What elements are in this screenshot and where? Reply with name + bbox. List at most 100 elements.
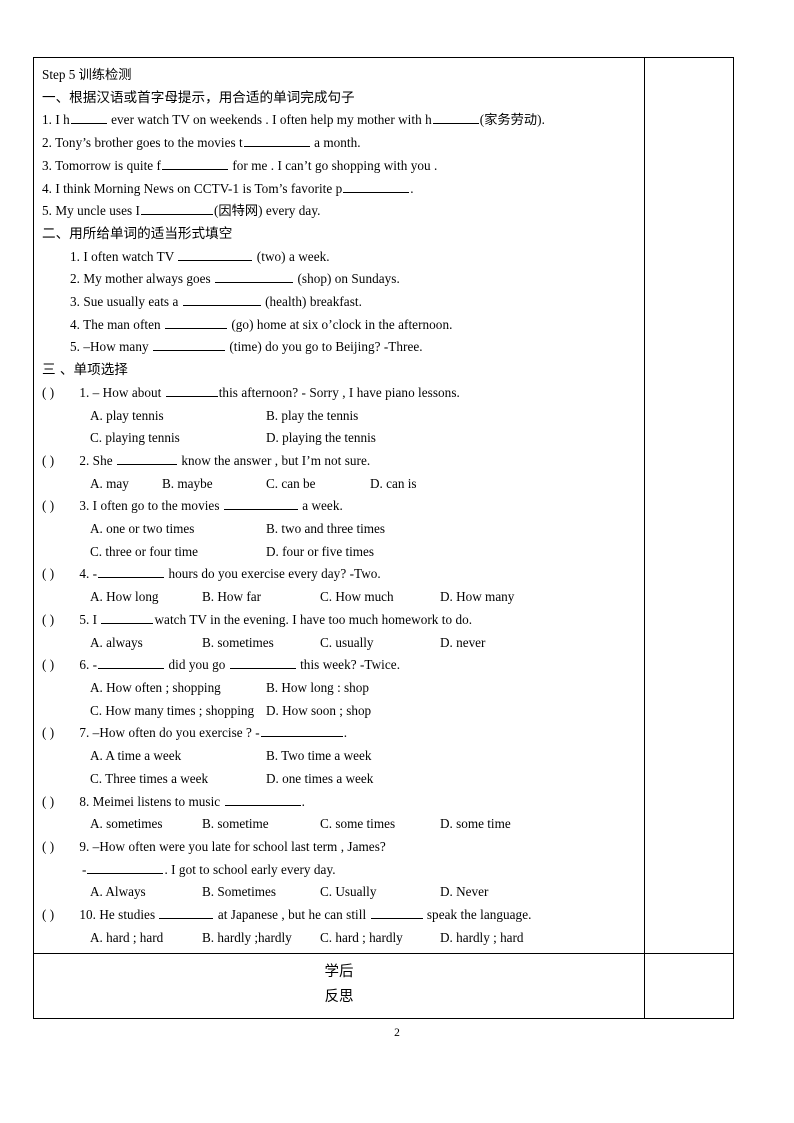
mc-option-row: A. may B. maybe C. can be D. can is — [42, 473, 640, 496]
fill-in-blank[interactable] — [116, 452, 177, 465]
mc-option[interactable]: B. hardly ;hardly — [202, 927, 320, 950]
answer-bracket[interactable]: ( ) — [42, 450, 76, 473]
answer-bracket[interactable]: ( ) — [42, 609, 76, 632]
mc-option[interactable]: D. one times a week — [266, 768, 373, 791]
mc-option[interactable]: A. A time a week — [90, 745, 266, 768]
fill-in-blank[interactable] — [140, 202, 213, 216]
fill-in-blank[interactable] — [165, 384, 218, 397]
mc-option-row: C. playing tennis D. playing the tennis — [42, 427, 640, 450]
mc-option[interactable]: C. playing tennis — [90, 427, 266, 450]
mc-option[interactable]: D. can is — [370, 473, 417, 496]
fill-in-blank[interactable] — [224, 792, 301, 806]
mc-option[interactable]: C. How many times ; shopping — [90, 700, 266, 723]
fill-in-item: 5. My uncle uses I (因特网) every day. — [42, 202, 321, 219]
mc-option[interactable]: C. three or four time — [90, 541, 266, 564]
answer-bracket[interactable]: ( ) — [42, 495, 76, 518]
mc-option[interactable]: D. Never — [440, 881, 488, 904]
mc-option[interactable]: A. How often ; shopping — [90, 677, 266, 700]
mc-question-stem: ( ) 3. I often go to the movies a week. — [42, 495, 640, 518]
mc-question-stem: ( ) 6. - did you go this week? -Twice. — [42, 654, 640, 677]
mc-option[interactable]: B. Two time a week — [266, 745, 371, 768]
fill-in-blank[interactable] — [159, 906, 214, 920]
reflection-row: 学后 反思 — [33, 953, 734, 1020]
mc-option[interactable]: D. playing the tennis — [266, 427, 376, 450]
mc-option[interactable]: B. sometime — [202, 813, 320, 836]
mc-option[interactable]: B. How far — [202, 586, 320, 609]
fill-in-blank[interactable] — [87, 860, 164, 874]
fill-in-blank[interactable] — [229, 656, 296, 670]
fill-in-blank[interactable] — [161, 157, 228, 170]
reflection-body[interactable] — [645, 954, 733, 1006]
mc-option-row: A. hard ; hard B. hardly ;hardly C. hard ;… — [42, 927, 640, 950]
mc-option[interactable]: C. can be — [266, 473, 370, 496]
mc-option-row: A. Always B. Sometimes C. Usually D. Never — [42, 881, 640, 904]
mc-option[interactable]: C. How much — [320, 586, 440, 609]
fill-in-blank[interactable] — [432, 111, 479, 125]
fill-in-blank[interactable] — [182, 293, 261, 307]
mc-question-stem-cont: -. I got to school early every day. — [82, 860, 336, 877]
mc-option[interactable]: B. maybe — [162, 473, 266, 496]
mc-option[interactable]: C. some times — [320, 813, 440, 836]
mc-option[interactable]: A. may — [90, 473, 162, 496]
step-title: Step 5 训练检测 — [42, 67, 132, 82]
section-heading: 二、用所给单词的适当形式填空 — [42, 225, 233, 242]
answer-bracket[interactable]: ( ) — [42, 654, 76, 677]
mc-option-row: A. play tennis B. play the tennis — [42, 405, 640, 428]
mc-option[interactable]: B. sometimes — [202, 632, 320, 655]
answer-bracket[interactable]: ( ) — [42, 563, 76, 586]
mc-option[interactable]: D. How soon ; shop — [266, 700, 371, 723]
fill-in-blank[interactable] — [98, 565, 165, 579]
worksheet-content-row: Step 5 训练检测一、根据汉语或首字母提示，用合适的单词完成句子 1. I h… — [33, 56, 734, 955]
answer-bracket[interactable]: ( ) — [42, 904, 76, 927]
fill-in-blank[interactable] — [223, 497, 298, 511]
fill-in-item: 5. –How many (time) do you go to Beijing… — [70, 338, 423, 355]
mc-option[interactable]: B. Sometimes — [202, 881, 320, 904]
fill-in-item: 2. My mother always goes (shop) on Sunda… — [70, 270, 400, 287]
mc-option[interactable]: A. play tennis — [90, 405, 266, 428]
mc-option[interactable]: B. play the tennis — [266, 405, 358, 428]
fill-in-blank[interactable] — [370, 906, 423, 920]
answer-bracket[interactable]: ( ) — [42, 836, 76, 859]
mc-option[interactable]: A. always — [90, 632, 202, 655]
mc-option[interactable]: C. hard ; hardly — [320, 927, 440, 950]
mc-option[interactable]: C. Usually — [320, 881, 440, 904]
mc-option-row: C. Three times a week D. one times a week — [42, 768, 640, 791]
mc-option[interactable]: A. one or two times — [90, 518, 266, 541]
mc-option[interactable]: A. Always — [90, 881, 202, 904]
mc-option[interactable]: D. four or five times — [266, 541, 374, 564]
answer-bracket[interactable]: ( ) — [42, 382, 76, 405]
mc-option[interactable]: D. hardly ; hard — [440, 927, 524, 950]
fill-in-blank[interactable] — [260, 724, 343, 738]
mc-option-row: C. How many times ; shopping D. How soon … — [42, 700, 640, 723]
mc-option-row: C. three or four time D. four or five tim… — [42, 541, 640, 564]
mc-option-row: A. How long B. How far C. How much D. How m… — [42, 586, 640, 609]
answer-bracket[interactable]: ( ) — [42, 791, 76, 814]
answer-bracket[interactable]: ( ) — [42, 722, 76, 745]
fill-in-item: 1. I h ever watch TV on weekends . I oft… — [42, 111, 545, 128]
mc-option[interactable]: C. usually — [320, 632, 440, 655]
mc-option[interactable]: D. some time — [440, 813, 511, 836]
fill-in-blank[interactable] — [101, 611, 154, 624]
worksheet-side-cell[interactable] — [644, 56, 734, 955]
mc-question-stem: ( ) 10. He studies at Japanese , but he … — [42, 904, 640, 927]
fill-in-blank[interactable] — [98, 656, 165, 670]
mc-option[interactable]: B. How long : shop — [266, 677, 369, 700]
fill-in-blank[interactable] — [70, 111, 107, 125]
fill-in-blank[interactable] — [215, 270, 294, 284]
mc-option[interactable]: D. How many — [440, 586, 514, 609]
fill-in-blank[interactable] — [178, 247, 253, 261]
mc-option[interactable]: B. two and three times — [266, 518, 385, 541]
fill-in-blank[interactable] — [165, 316, 227, 329]
fill-in-blank[interactable] — [243, 134, 310, 148]
reflection-label-cell: 学后 反思 — [33, 953, 645, 1020]
reflection-body-cell[interactable] — [644, 953, 734, 1020]
fill-in-blank[interactable] — [152, 338, 225, 352]
mc-option[interactable]: D. never — [440, 632, 485, 655]
mc-option[interactable]: A. sometimes — [90, 813, 202, 836]
fill-in-blank[interactable] — [343, 179, 410, 193]
mc-option[interactable]: A. hard ; hard — [90, 927, 202, 950]
section-heading: 一、根据汉语或首字母提示，用合适的单词完成句子 — [42, 89, 355, 106]
mc-option[interactable]: C. Three times a week — [90, 768, 266, 791]
worksheet-content: Step 5 训练检测一、根据汉语或首字母提示，用合适的单词完成句子 1. I h… — [34, 58, 644, 953]
mc-option[interactable]: A. How long — [90, 586, 202, 609]
